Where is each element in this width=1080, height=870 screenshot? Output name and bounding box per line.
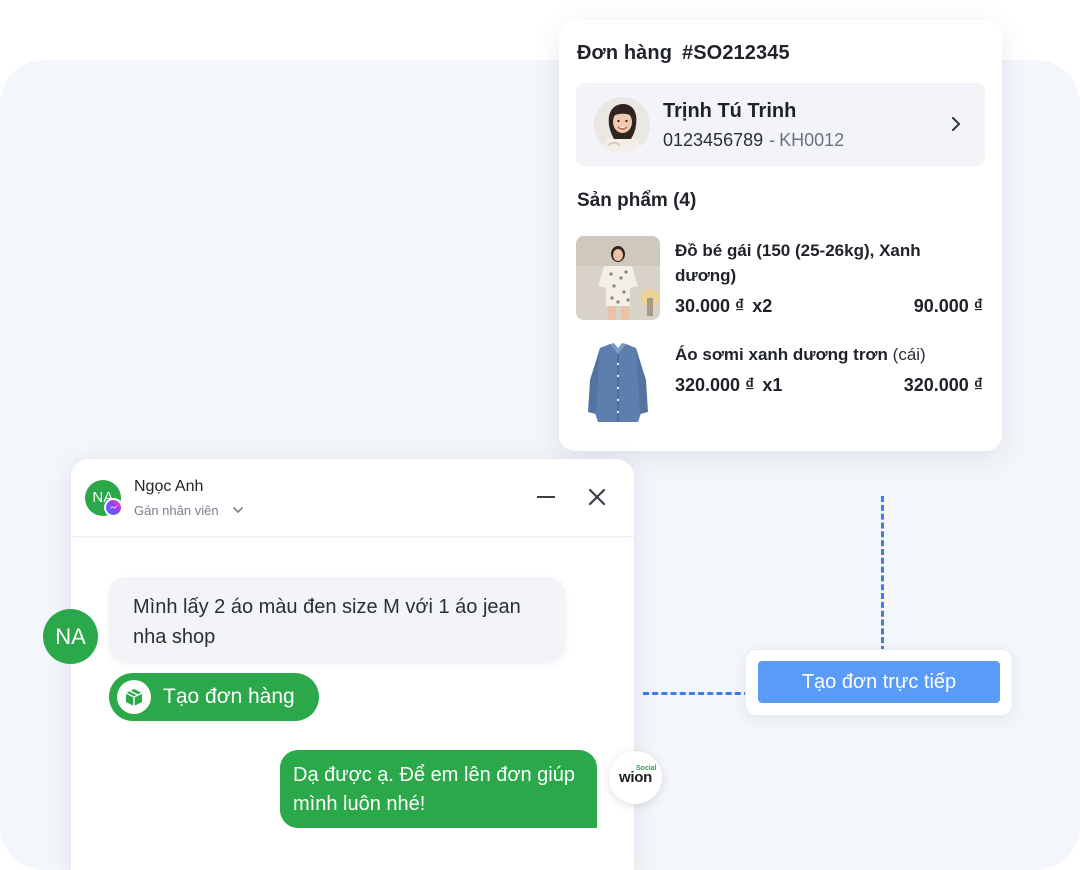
chat-window: NA Ngọc Anh Gán nhân viên Mình lấy 2 áo … [71,459,634,870]
order-title: Đơn hàng #SO212345 [577,42,790,65]
contact-name: Ngọc Anh [134,478,204,495]
customer-card[interactable]: Trịnh Tú Trinh 0123456789- KH0012 [576,83,985,166]
product-item: Đồ bé gái (150 (25-26kg), Xanh dương) 30… [576,236,985,320]
customer-name: Trịnh Tú Trinh [663,100,797,122]
minimize-icon[interactable] [537,496,555,498]
product-thumbnail [576,340,660,424]
product-unit: (cái) [892,345,926,364]
customer-meta: 0123456789- KH0012 [663,130,844,151]
create-direct-order-button[interactable]: Tạo đơn trực tiếp [758,661,1000,703]
incoming-sender-avatar: NA [43,609,98,664]
customer-id: KH0012 [779,130,845,150]
connector-line-vertical [881,496,884,652]
brand-avatar: Social wion [609,751,662,804]
product-total: 320.000 ₫ [903,375,983,395]
order-title-label: Đơn hàng [577,42,673,64]
outgoing-message: Dạ được ạ. Để em lên đơn giúp mình luôn … [280,750,597,828]
customer-meta-separator: - [769,130,776,150]
customer-avatar [594,97,650,153]
product-unit-price: 30.000 ₫ [675,296,745,316]
messenger-icon [104,498,123,517]
product-unit-price: 320.000 ₫ [675,375,755,395]
product-qty: x2 [752,296,773,316]
order-code: #SO212345 [682,42,790,64]
product-price: 320.000 ₫ x1 [675,375,782,396]
product-name: Áo sơmi xanh dương trơn (cái) [675,342,955,367]
product-item: Áo sơmi xanh dương trơn (cái) 320.000 ₫ x… [576,340,985,424]
product-qty: x1 [762,375,783,395]
stage: Đơn hàng #SO212345 Trịnh Tú Trinh 012345… [0,0,1080,870]
products-title: Sản phẩm (4) [577,190,697,211]
chat-header: NA Ngọc Anh Gán nhân viên [71,459,634,537]
box-icon [117,680,151,714]
close-icon[interactable] [588,488,606,506]
brand-logo-text: wion [619,769,652,786]
product-name-text: Áo sơmi xanh dương trơn [675,345,888,364]
product-total: 90.000 ₫ [913,296,983,316]
chevron-down-icon[interactable] [232,505,244,515]
direct-order-frame: Tạo đơn trực tiếp [746,650,1012,715]
product-price: 30.000 ₫ x2 [675,296,772,317]
create-order-button[interactable]: Tạo đơn hàng [109,673,319,721]
chevron-right-icon[interactable] [949,113,963,135]
product-thumbnail [576,236,660,320]
product-name-text: Đồ bé gái (150 (25-26kg), Xanh dương) [675,241,921,285]
incoming-message: Mình lấy 2 áo màu đen size M với 1 áo je… [108,577,566,663]
connector-line-horizontal [643,692,750,695]
create-order-label: Tạo đơn hàng [163,685,295,708]
customer-phone: 0123456789 [663,130,764,150]
order-card: Đơn hàng #SO212345 Trịnh Tú Trinh 012345… [559,20,1002,451]
assign-staff-dropdown[interactable]: Gán nhân viên [134,503,219,518]
product-name: Đồ bé gái (150 (25-26kg), Xanh dương) [675,238,955,288]
